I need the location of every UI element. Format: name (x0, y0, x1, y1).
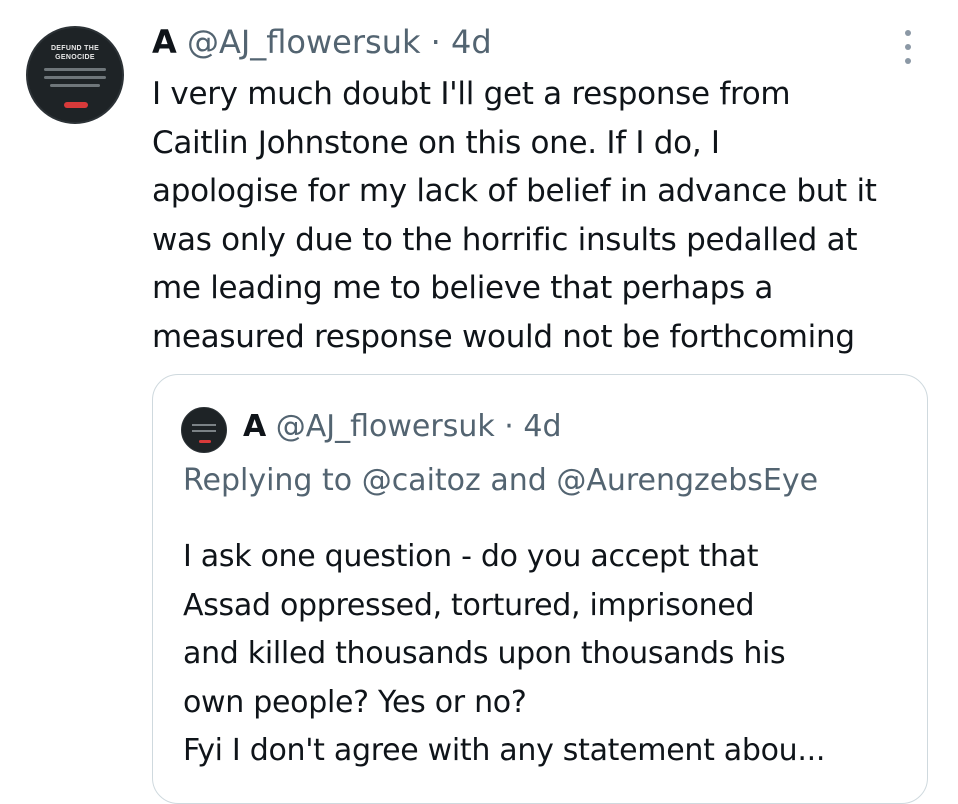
avatar-text-line (44, 68, 106, 71)
avatar-title: DEFUND THE GENOCIDE (50, 45, 100, 61)
mention-link[interactable]: @caitoz (362, 463, 481, 498)
separator-dot: · (430, 23, 441, 61)
tweet-text-line: I very much doubt I'll get a response fr… (152, 76, 791, 112)
tweet-text-line: was only due to the horrific insults ped… (152, 221, 858, 258)
mention-link[interactable]: @AurengzebsEye (556, 463, 818, 498)
quoted-avatar (181, 407, 227, 453)
more-vertical-icon[interactable] (898, 28, 918, 66)
display-name[interactable]: A (152, 23, 177, 61)
avatar-text-line (192, 430, 216, 432)
tweet-text-line: apologise for my lack of belief in advan… (152, 173, 877, 210)
avatar-learn-more-badge (199, 440, 211, 443)
separator-dot: · (504, 409, 514, 444)
quoted-text-line: Fyi I don't agree with any statement abo… (183, 733, 826, 769)
quoted-text: I ask one question - do you accept that … (183, 533, 913, 776)
tweet-text: I very much doubt I'll get a response fr… (152, 70, 942, 362)
quoted-text-line: and killed thousands upon thousands his (183, 636, 786, 672)
conjunction: and (490, 463, 547, 498)
avatar-text-line (192, 424, 216, 426)
quoted-timestamp: 4d (523, 409, 562, 444)
quoted-tweet[interactable]: A @AJ_flowersuk · 4d Replying to @caitoz… (152, 374, 928, 804)
quoted-text-line: own people? Yes or no? (183, 684, 527, 720)
avatar-text-line (50, 84, 100, 87)
quoted-text-line: I ask one question - do you accept that (183, 539, 759, 574)
quoted-text-line: Assad oppressed, tortured, imprisoned (183, 587, 755, 623)
quoted-display-name: A (243, 409, 267, 444)
avatar[interactable]: DEFUND THE GENOCIDE (26, 26, 124, 124)
replying-to-label: Replying to (183, 463, 353, 498)
quoted-header: A @AJ_flowersuk · 4d (243, 407, 562, 447)
tweet[interactable]: DEFUND THE GENOCIDE A @AJ_flowersuk · 4d… (0, 0, 958, 804)
user-handle[interactable]: @AJ_flowersuk (187, 23, 421, 61)
tweet-text-line: me leading me to believe that perhaps a (152, 270, 774, 307)
timestamp[interactable]: 4d (451, 23, 492, 61)
avatar-learn-more-badge (64, 102, 88, 108)
tweet-text-line: Caitlin Johnstone on this one. If I do, … (152, 124, 720, 161)
tweet-text-line: measured response would not be forthcomi… (152, 318, 855, 355)
tweet-header: A @AJ_flowersuk · 4d (152, 22, 492, 62)
replying-to: Replying to @caitoz and @AurengzebsEye (183, 461, 818, 501)
avatar-text-line (44, 76, 106, 79)
quoted-user-handle: @AJ_flowersuk (275, 409, 495, 444)
